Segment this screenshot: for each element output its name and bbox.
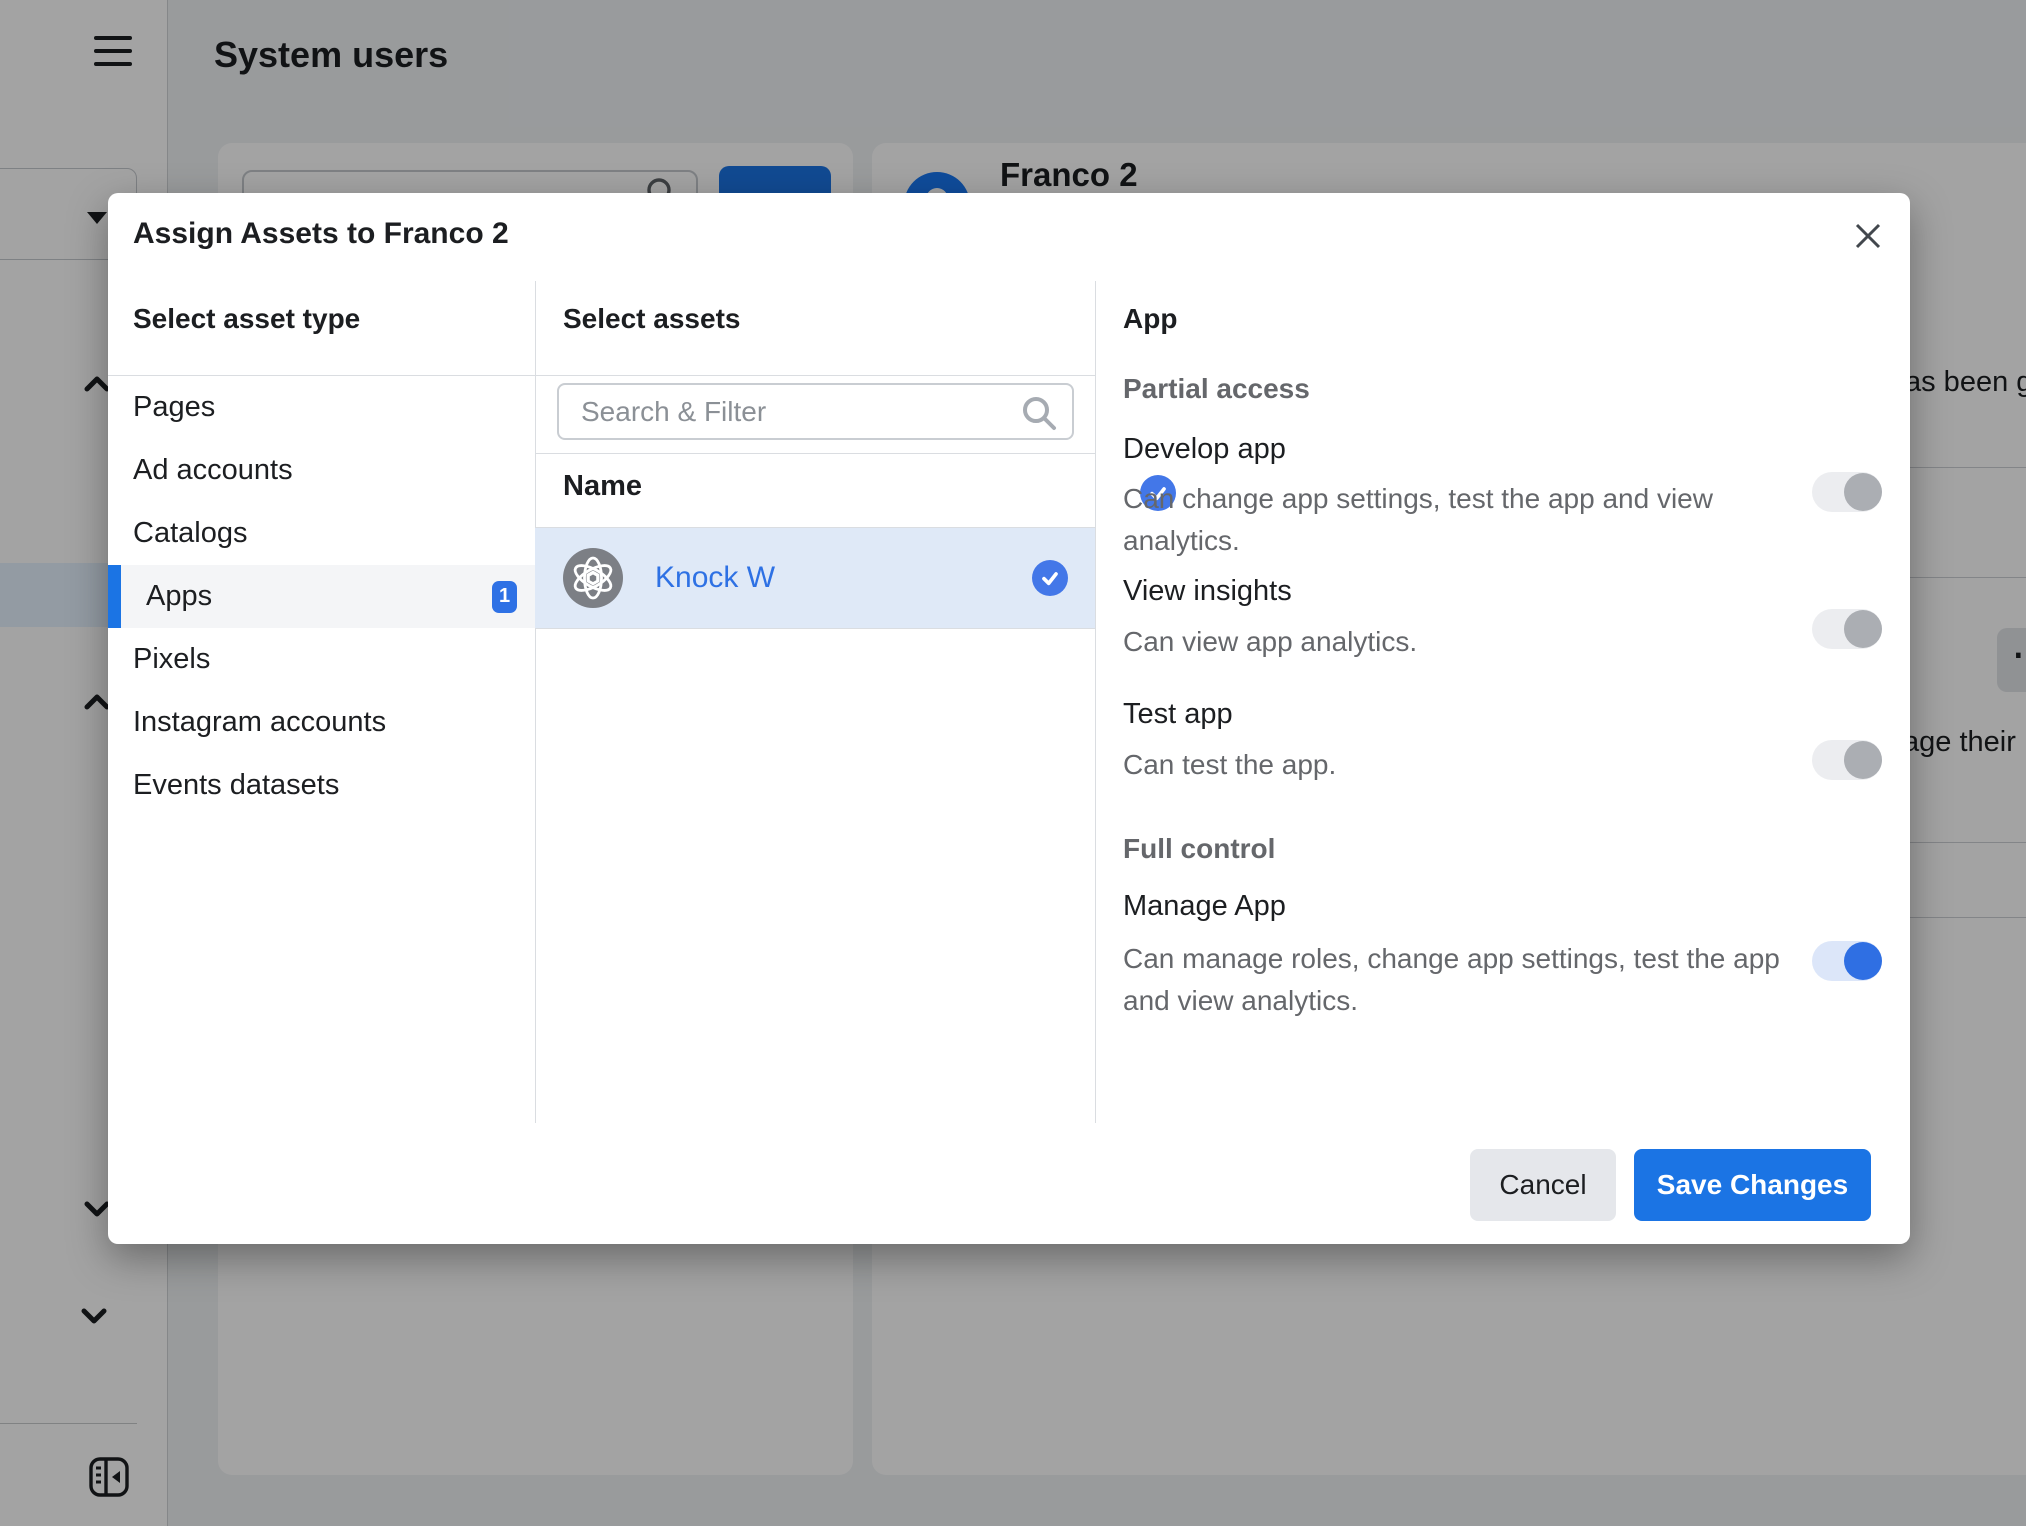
asset-type-catalogs[interactable]: Catalogs <box>108 502 535 565</box>
asset-type-list: Pages Ad accounts Catalogs Apps 1 Pixels… <box>108 376 535 817</box>
section-title-full-control: Full control <box>1123 833 1275 865</box>
manage-app-toggle[interactable] <box>1812 941 1882 981</box>
permission-label-test-app: Test app <box>1123 698 1233 731</box>
asset-checkbox[interactable] <box>1032 560 1068 596</box>
permission-label-view-insights: View insights <box>1123 575 1292 608</box>
permissions-panel: Partial access Develop app Can change ap… <box>1095 193 1910 1133</box>
divider <box>535 628 1095 629</box>
column-divider <box>535 281 536 1123</box>
asset-type-apps[interactable]: Apps 1 <box>108 565 535 628</box>
search-icon <box>1020 394 1058 432</box>
count-badge: 1 <box>492 581 517 613</box>
permission-label-develop-app: Develop app <box>1123 433 1286 466</box>
permission-description: Can test the app. <box>1123 744 1813 786</box>
check-icon <box>1038 566 1062 590</box>
asset-type-ad-accounts[interactable]: Ad accounts <box>108 439 535 502</box>
asset-type-instagram-accounts[interactable]: Instagram accounts <box>108 691 535 754</box>
toggle-knob <box>1844 473 1882 511</box>
assets-column-header: Select assets <box>563 303 740 335</box>
asset-type-column-header: Select asset type <box>133 303 360 335</box>
permission-label-manage-app: Manage App <box>1123 890 1286 923</box>
search-input[interactable] <box>579 385 999 438</box>
toggle-knob <box>1844 741 1882 779</box>
save-changes-button[interactable]: Save Changes <box>1634 1149 1871 1221</box>
toggle-knob <box>1844 610 1882 648</box>
develop-app-toggle[interactable] <box>1812 472 1882 512</box>
toggle-knob <box>1844 942 1882 980</box>
asset-type-events-datasets[interactable]: Events datasets <box>108 754 535 817</box>
dialog-title: Assign Assets to Franco 2 <box>133 217 509 251</box>
test-app-toggle[interactable] <box>1812 740 1882 780</box>
screen: System users Franco 2 as been gr age the… <box>0 0 2026 1526</box>
atom-icon <box>563 548 623 608</box>
name-column-header: Name <box>563 470 642 503</box>
asset-type-pages[interactable]: Pages <box>108 376 535 439</box>
asset-search <box>557 383 1074 440</box>
asset-row-knock-w[interactable]: Knock W <box>535 528 1095 628</box>
permission-description: Can change app settings, test the app an… <box>1123 478 1813 562</box>
assign-assets-dialog: Assign Assets to Franco 2 Select asset t… <box>108 193 1910 1244</box>
app-avatar <box>563 548 623 608</box>
asset-type-pixels[interactable]: Pixels <box>108 628 535 691</box>
cancel-button[interactable]: Cancel <box>1470 1149 1616 1221</box>
divider <box>535 453 1095 454</box>
permission-description: Can manage roles, change app settings, t… <box>1123 938 1813 1022</box>
permission-description: Can view app analytics. <box>1123 621 1813 663</box>
asset-name: Knock W <box>655 561 775 595</box>
section-title-partial-access: Partial access <box>1123 373 1310 405</box>
view-insights-toggle[interactable] <box>1812 609 1882 649</box>
